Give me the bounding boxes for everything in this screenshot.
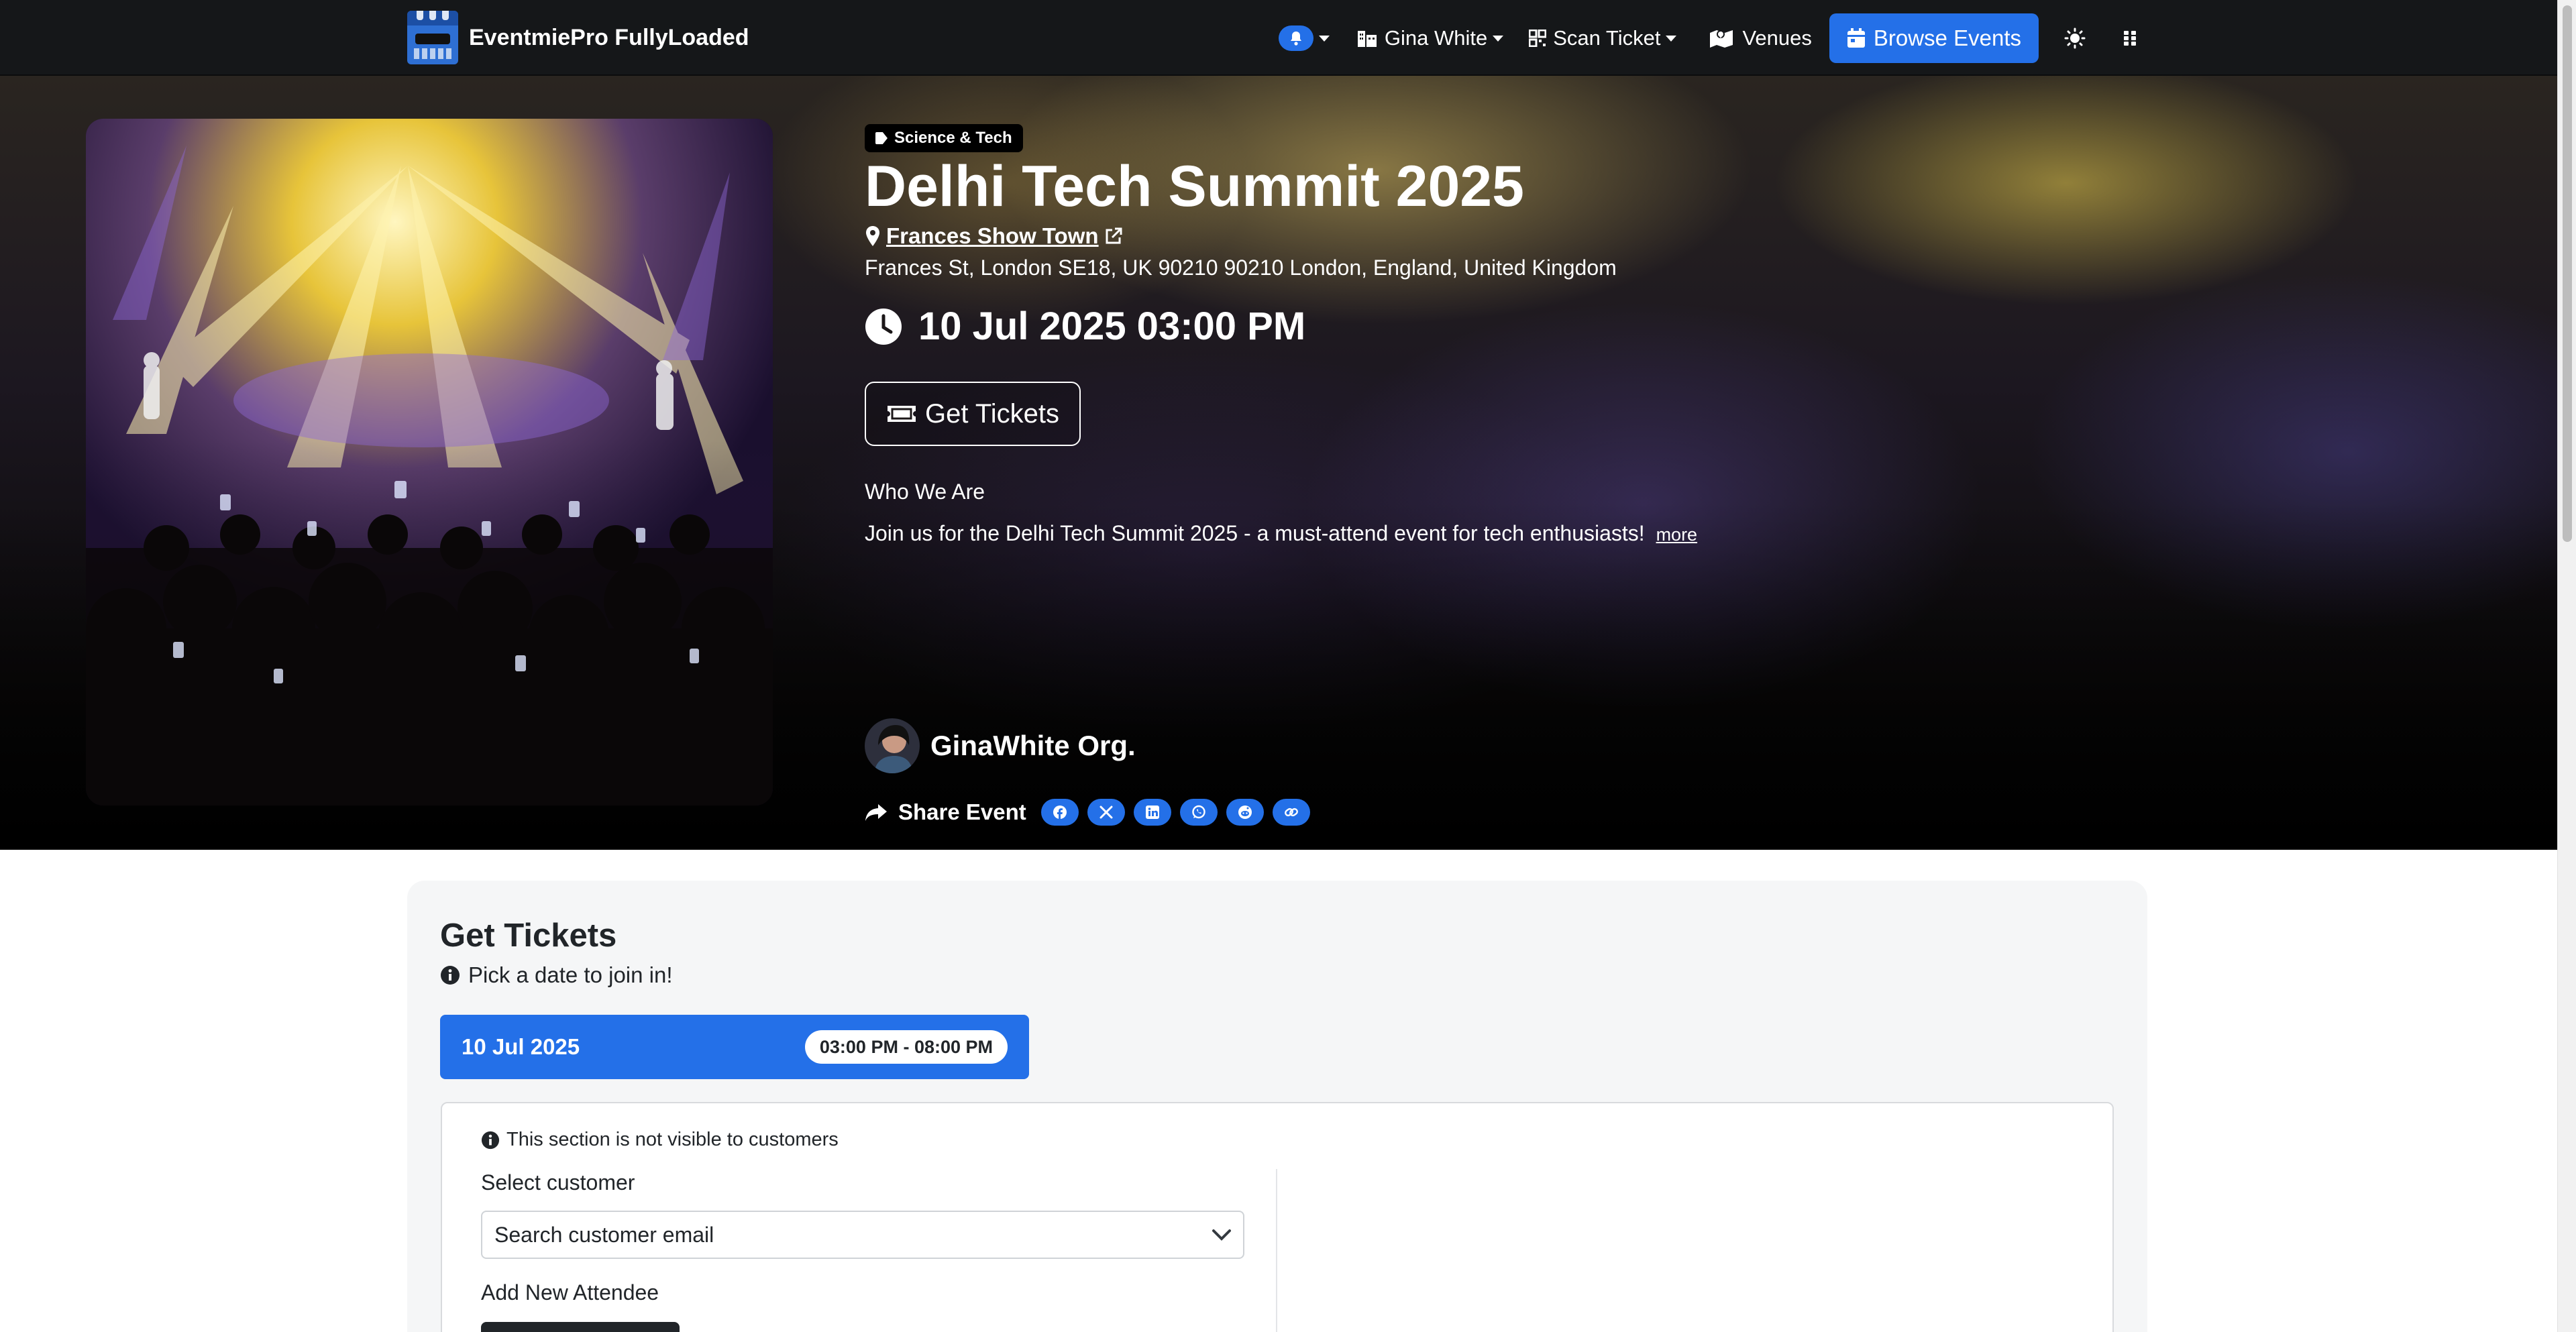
share-event: Share Event [865,799,1310,826]
event-details: Science & Tech Delhi Tech Summit 2025 Fr… [865,76,2408,850]
chevron-down-icon [1493,35,1504,42]
get-tickets-section: Get Tickets Pick a date to join in! 10 J… [407,881,2147,1332]
admin-booking-panel: This section is not visible to customers… [441,1102,2114,1332]
chevron-down-icon [1212,1229,1231,1241]
notifications-dropdown[interactable] [1278,25,1330,51]
x-icon [1099,806,1113,819]
theme-toggle[interactable] [2064,27,2086,49]
venues-link[interactable]: Venues [1709,26,1812,50]
customer-search-select[interactable]: Search customer email [481,1211,1244,1259]
bell-icon [1278,25,1313,51]
column-divider [1276,1169,1277,1332]
more-link[interactable]: more [1656,524,1698,545]
copy-link-button[interactable] [1272,799,1310,826]
customer-search-placeholder: Search customer email [494,1222,714,1247]
venue-link[interactable]: Frances Show Town [865,223,1123,249]
info-icon [481,1131,500,1149]
add-attendee-button[interactable] [481,1322,680,1332]
share-label: Share Event [898,799,1026,824]
brand-link[interactable]: EventmiePro FullyLoaded [407,11,749,64]
add-attendee-label: Add New Attendee [481,1280,659,1305]
apps-menu[interactable] [2122,30,2138,47]
event-datetime-text: 10 Jul 2025 03:00 PM [918,304,1306,348]
brand-logo-icon [407,11,458,64]
venues-label: Venues [1742,26,1812,50]
brand-name: EventmiePro FullyLoaded [469,24,749,50]
share-x-button[interactable] [1087,799,1125,826]
page-scrollbar[interactable] [2557,0,2576,1332]
section-subtitle: Pick a date to join in! [440,962,673,988]
select-customer-label: Select customer [481,1170,635,1195]
event-cover-image [86,119,773,806]
scroll-thumb[interactable] [2563,5,2572,542]
user-name: Gina White [1384,26,1488,50]
theme-icon [2064,27,2086,49]
calendar-icon [1847,28,1865,48]
scan-ticket-label: Scan Ticket [1553,26,1661,50]
qr-icon [1529,30,1547,47]
subtitle-text: Pick a date to join in! [468,962,673,987]
map-pin-icon [866,226,879,246]
chevron-down-icon [1318,35,1330,42]
date-label: 10 Jul 2025 [462,1034,580,1059]
map-icon [1710,30,1733,48]
category-badge[interactable]: Science & Tech [865,124,1023,152]
chevron-down-icon [1666,35,1677,42]
tag-icon [875,132,888,144]
avatar [865,718,920,773]
event-description: Join us for the Delhi Tech Summit 2025 -… [865,521,1697,546]
venue-name: Frances Show Town [886,223,1099,248]
venue-icon [1357,31,1377,47]
event-hero: Science & Tech Delhi Tech Summit 2025 Fr… [0,76,2557,850]
description-text: Join us for the Delhi Tech Summit 2025 -… [865,521,1645,545]
date-tab[interactable]: 10 Jul 2025 03:00 PM - 08:00 PM [440,1015,1029,1079]
share-icon [865,804,887,821]
clock-icon [865,308,902,345]
admin-note: This section is not visible to customers [481,1129,839,1151]
section-title: Get Tickets [440,918,617,954]
nav-menu: Gina White Scan Ticket Venues Browse Eve… [1278,13,2138,63]
linkedin-icon [1145,806,1159,819]
event-datetime: 10 Jul 2025 03:00 PM [865,304,1305,349]
share-reddit-button[interactable] [1226,799,1264,826]
facebook-icon [1053,806,1067,819]
admin-note-text: This section is not visible to customers [506,1129,839,1150]
grid-icon [2124,31,2136,46]
reddit-icon [1238,806,1252,819]
about-heading: Who We Are [865,480,985,504]
info-icon [441,966,460,985]
venue-address: Frances St, London SE18, UK 90210 90210 … [865,256,1617,280]
external-link-icon [1106,227,1122,244]
share-linkedin-button[interactable] [1133,799,1171,826]
scan-ticket-menu[interactable]: Scan Ticket [1529,26,1677,50]
browse-events-button[interactable]: Browse Events [1829,13,2039,63]
get-tickets-label: Get Tickets [924,398,1060,429]
get-tickets-button[interactable]: Get Tickets [865,382,1081,446]
share-whatsapp-button[interactable] [1179,799,1218,826]
event-title: Delhi Tech Summit 2025 [865,154,1524,219]
organizer[interactable]: GinaWhite Org. [865,718,1136,773]
top-navbar: EventmiePro FullyLoaded Gina White Scan … [0,0,2557,76]
time-range-badge: 03:00 PM - 08:00 PM [804,1030,1008,1064]
category-label: Science & Tech [894,129,1012,147]
share-facebook-button[interactable] [1040,799,1079,826]
ticket-icon [887,406,916,422]
link-icon [1284,808,1298,817]
organizer-name: GinaWhite Org. [930,730,1136,761]
whatsapp-icon [1192,805,1205,819]
user-menu[interactable]: Gina White [1356,26,1504,50]
browse-events-label: Browse Events [1873,25,2021,50]
